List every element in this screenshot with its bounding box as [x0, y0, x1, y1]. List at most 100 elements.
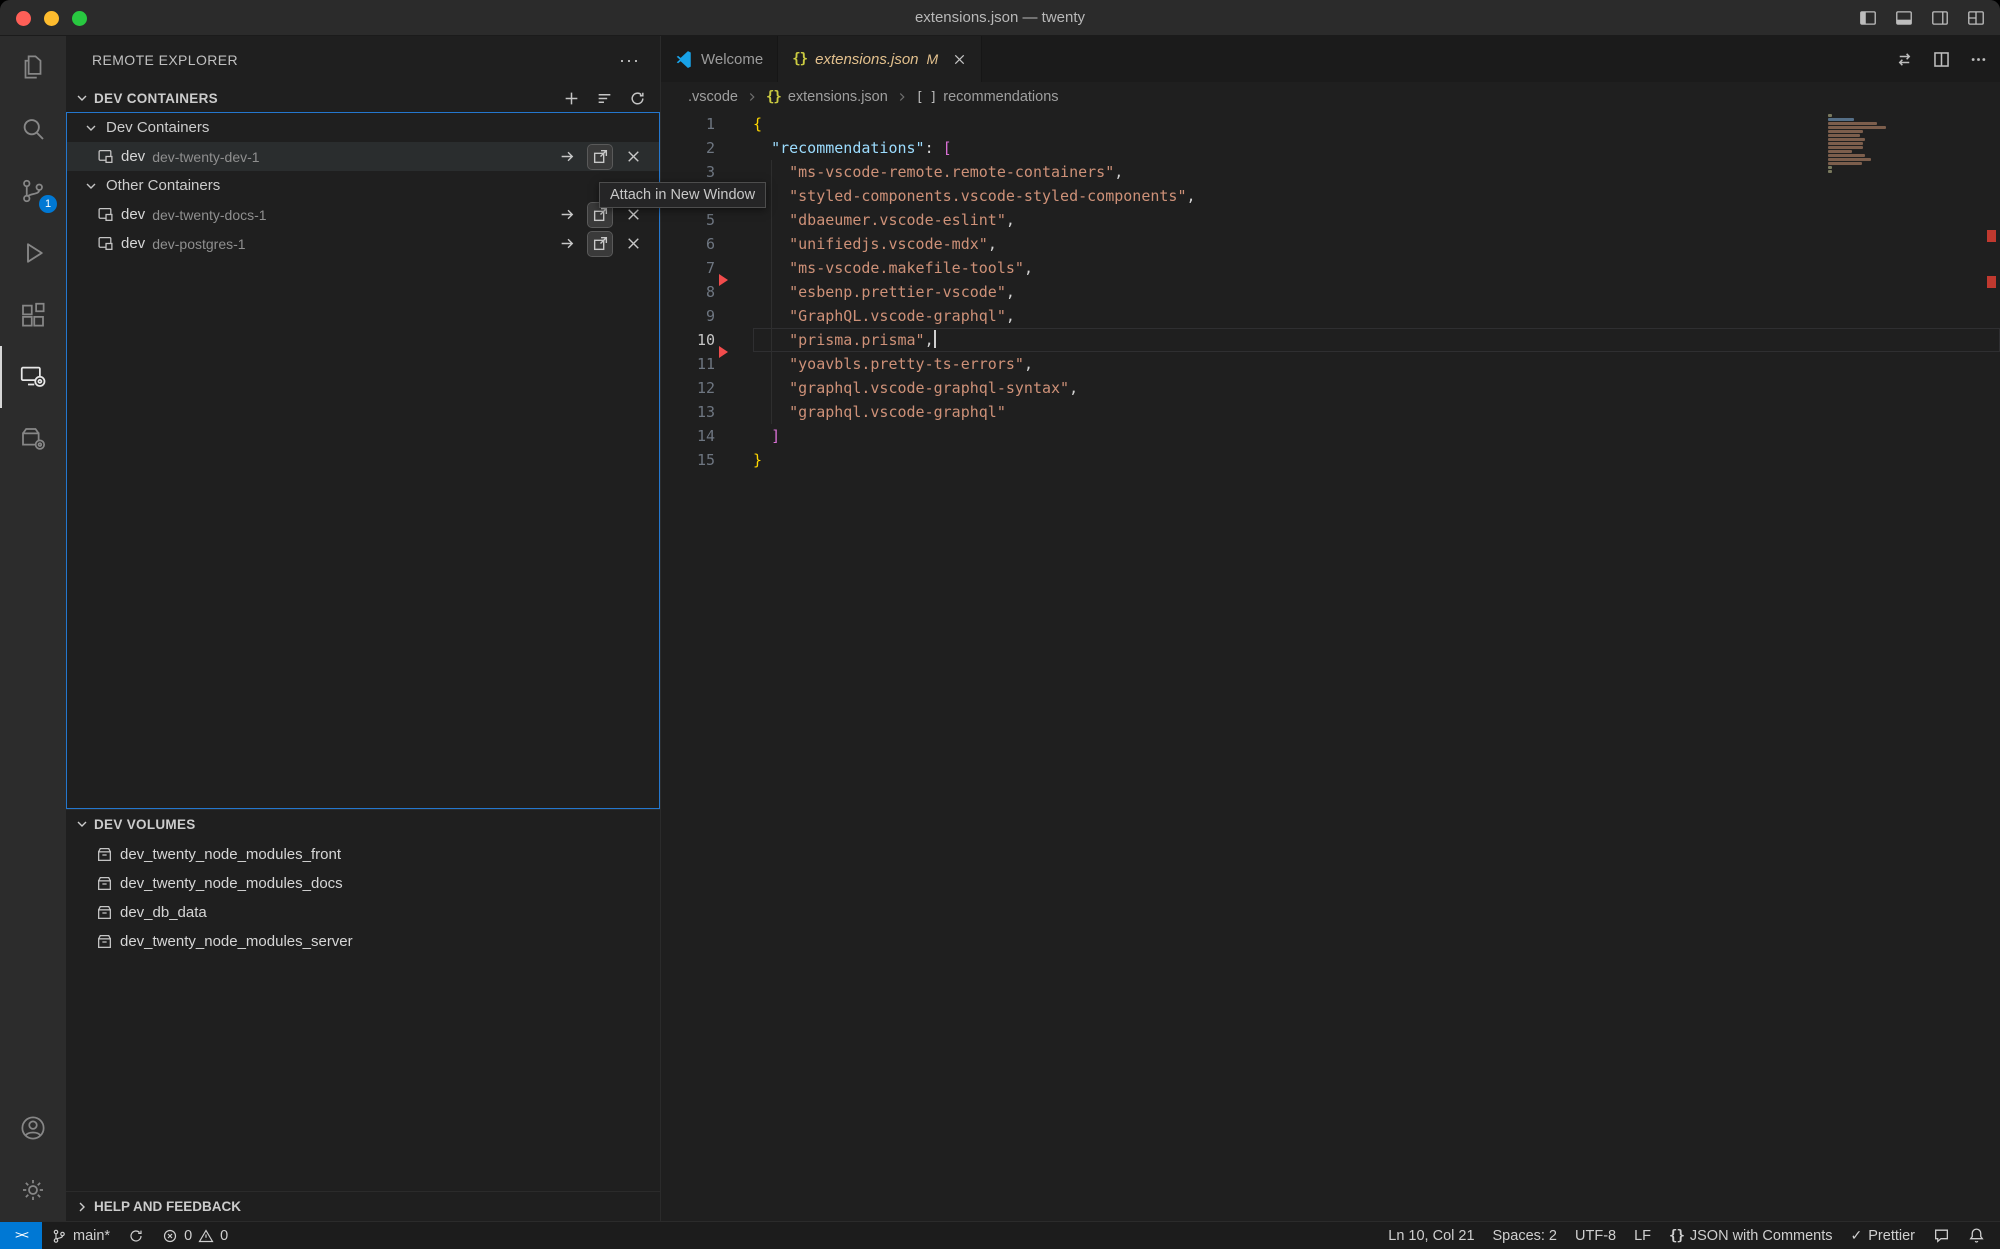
line-content[interactable]: "ms-vscode.makefile-tools", — [753, 256, 2000, 280]
sync-status[interactable] — [119, 1222, 153, 1249]
container-item[interactable]: dev dev-twenty-dev-1 — [67, 142, 659, 171]
open-changes-icon[interactable] — [1895, 50, 1914, 69]
settings-button[interactable] — [0, 1159, 66, 1221]
filter-icon[interactable] — [596, 90, 613, 107]
volume-item[interactable]: dev_twenty_node_modules_docs — [66, 869, 660, 898]
tree-group[interactable]: Other Containers — [67, 171, 659, 200]
volume-item[interactable]: dev_db_data — [66, 898, 660, 927]
code-line: 2 "recommendations": [ — [661, 136, 2000, 160]
line-content[interactable]: "dbaeumer.vscode-eslint", — [753, 208, 2000, 232]
refresh-icon[interactable] — [629, 90, 646, 107]
minimap-line — [1828, 158, 1871, 161]
help-feedback-header[interactable]: HELP AND FEEDBACK — [66, 1191, 660, 1221]
sidebar-item-extensions[interactable] — [0, 284, 66, 346]
sidebar-item-containers[interactable] — [0, 408, 66, 470]
volume-item[interactable]: dev_twenty_node_modules_front — [66, 840, 660, 869]
line-content[interactable]: "esbenp.prettier-vscode", — [753, 280, 2000, 304]
cursor-position[interactable]: Ln 10, Col 21 — [1379, 1222, 1483, 1249]
vscode-window: extensions.json — twenty — [0, 0, 2000, 1249]
error-icon — [162, 1228, 178, 1244]
remove-container-icon[interactable] — [621, 203, 645, 227]
code-line: 7 "ms-vscode.makefile-tools", — [661, 256, 2000, 280]
attach-new-window-icon[interactable] — [588, 232, 612, 256]
container-description: dev-postgres-1 — [152, 236, 245, 252]
json-file-icon: {} — [792, 51, 807, 67]
toggle-primary-sidebar-icon[interactable] — [1858, 8, 1878, 28]
line-content[interactable]: } — [753, 448, 2000, 472]
attach-container-icon[interactable] — [555, 145, 579, 169]
line-content[interactable]: "graphql.vscode-graphql-syntax", — [753, 376, 2000, 400]
more-actions-icon[interactable]: ··· — [619, 50, 640, 71]
breadcrumb-file[interactable]: extensions.json — [788, 89, 888, 105]
minimap-line — [1828, 130, 1863, 133]
json-file-icon: {} — [766, 89, 781, 105]
sidebar-item-search[interactable] — [0, 98, 66, 160]
sidebar-item-explorer[interactable] — [0, 36, 66, 98]
line-content[interactable]: ] — [753, 424, 2000, 448]
tab-extensions-json[interactable]: {} extensions.json M — [778, 36, 982, 82]
branch-label: main* — [73, 1228, 110, 1244]
line-content[interactable]: "ms-vscode-remote.remote-containers", — [753, 160, 2000, 184]
dev-volumes-header[interactable]: DEV VOLUMES — [66, 810, 660, 838]
split-editor-icon[interactable] — [1932, 50, 1951, 69]
close-tab-icon[interactable] — [952, 52, 967, 67]
line-content[interactable]: { — [753, 112, 2000, 136]
source-control-badge: 1 — [39, 195, 57, 213]
attach-new-window-icon[interactable] — [588, 145, 612, 169]
remove-container-icon[interactable] — [621, 232, 645, 256]
eol-status[interactable]: LF — [1625, 1222, 1660, 1249]
sidebar-item-remote-explorer[interactable] — [0, 346, 66, 408]
minimap-line — [1828, 134, 1860, 137]
help-feedback-title: HELP AND FEEDBACK — [94, 1199, 241, 1214]
tree-group-label: Dev Containers — [106, 119, 209, 136]
breadcrumb-symbol[interactable]: recommendations — [943, 89, 1058, 105]
indent-guide — [771, 160, 772, 424]
branch-status[interactable]: main* — [42, 1222, 119, 1249]
line-content[interactable]: "recommendations": [ — [753, 136, 2000, 160]
attach-container-icon[interactable] — [555, 203, 579, 227]
remote-indicator[interactable]: >< — [0, 1222, 42, 1249]
code-editor[interactable]: 1 { 2 "recommendations": [ 3 "ms-vscode-… — [661, 112, 2000, 1221]
toggle-panel-icon[interactable] — [1894, 8, 1914, 28]
braces-icon: {} — [1669, 1228, 1684, 1244]
minimap-line — [1828, 146, 1863, 149]
line-number: 1 — [661, 112, 715, 136]
line-content[interactable]: "yoavbls.pretty-ts-errors", — [753, 352, 2000, 376]
line-number: 6 — [661, 232, 715, 256]
sidebar-item-run-debug[interactable] — [0, 222, 66, 284]
feedback-icon[interactable] — [1924, 1222, 1959, 1249]
formatter-status[interactable]: ✓ Prettier — [1842, 1222, 1924, 1249]
sidebar-item-source-control[interactable]: 1 — [0, 160, 66, 222]
line-content[interactable]: "GraphQL.vscode-graphql", — [753, 304, 2000, 328]
customize-layout-icon[interactable] — [1966, 8, 1986, 28]
encoding-status[interactable]: UTF-8 — [1566, 1222, 1625, 1249]
indentation-status[interactable]: Spaces: 2 — [1484, 1222, 1567, 1249]
problems-status[interactable]: 0 0 — [153, 1222, 237, 1249]
line-content[interactable]: "graphql.vscode-graphql" — [753, 400, 2000, 424]
minimap[interactable] — [1828, 114, 1890, 174]
add-icon[interactable] — [563, 90, 580, 107]
toggle-secondary-sidebar-icon[interactable] — [1930, 8, 1950, 28]
remove-container-icon[interactable] — [621, 145, 645, 169]
volume-item[interactable]: dev_twenty_node_modules_server — [66, 927, 660, 956]
dev-containers-header[interactable]: DEV CONTAINERS — [66, 84, 660, 112]
line-content[interactable]: "unifiedjs.vscode-mdx", — [753, 232, 2000, 256]
tree-group[interactable]: Dev Containers — [67, 113, 659, 142]
accounts-icon — [18, 1113, 48, 1143]
container-item[interactable]: dev dev-postgres-1 — [67, 229, 659, 258]
container-item[interactable]: dev dev-twenty-docs-1 — [67, 200, 659, 229]
chevron-down-icon — [74, 816, 90, 832]
notifications-bell-icon[interactable] — [1959, 1222, 1994, 1249]
more-actions-icon[interactable] — [1969, 50, 1988, 69]
attach-new-window-icon[interactable] — [588, 203, 612, 227]
breadcrumb-folder[interactable]: .vscode — [688, 89, 738, 105]
volume-icon — [96, 904, 113, 921]
language-mode[interactable]: {} JSON with Comments — [1660, 1222, 1841, 1249]
attach-container-icon[interactable] — [555, 232, 579, 256]
dev-containers-actions — [563, 90, 646, 107]
accounts-button[interactable] — [0, 1097, 66, 1159]
warning-count: 0 — [220, 1228, 228, 1244]
line-content[interactable]: "prisma.prisma", — [753, 328, 2000, 352]
tab-welcome[interactable]: Welcome — [661, 36, 778, 82]
line-content[interactable]: "styled-components.vscode-styled-compone… — [753, 184, 2000, 208]
